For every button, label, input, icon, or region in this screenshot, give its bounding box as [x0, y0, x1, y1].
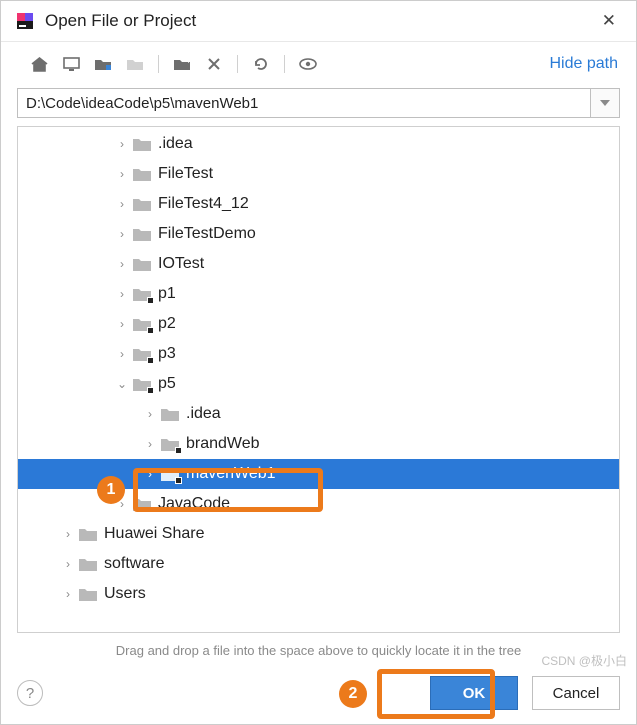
chevron-right-icon[interactable]: ›: [114, 257, 130, 271]
folder-icon: [78, 526, 98, 542]
toolbar: + Hide path: [1, 42, 636, 82]
module-icon[interactable]: [121, 52, 149, 76]
tree-item-label: JavaCode: [158, 495, 230, 513]
tree-row[interactable]: › JavaCode: [18, 489, 619, 519]
tree-row[interactable]: › IOTest: [18, 249, 619, 279]
tree-row[interactable]: › software: [18, 549, 619, 579]
chevron-right-icon[interactable]: ›: [60, 527, 76, 541]
home-icon[interactable]: [25, 52, 53, 76]
folder-icon: [78, 586, 98, 602]
folder-icon: [132, 136, 152, 152]
folder-icon: [160, 466, 180, 482]
tree-item-label: brandWeb: [186, 435, 260, 453]
titlebar: Open File or Project ✕: [1, 1, 636, 42]
chevron-right-icon[interactable]: ›: [114, 347, 130, 361]
path-input[interactable]: [17, 88, 590, 118]
tree-row[interactable]: › FileTest: [18, 159, 619, 189]
hide-path-link[interactable]: Hide path: [550, 55, 619, 73]
file-tree: › .idea › FileTest › FileTest4_12 › FileTestDem…: [17, 126, 620, 633]
tree-item-label: Huawei Share: [104, 525, 205, 543]
chevron-right-icon[interactable]: ›: [114, 197, 130, 211]
folder-icon: [78, 556, 98, 572]
chevron-right-icon[interactable]: ›: [142, 407, 158, 421]
chevron-right-icon[interactable]: ›: [114, 167, 130, 181]
tree-item-label: IOTest: [158, 255, 204, 273]
folder-icon: [132, 376, 152, 392]
tree-item-label: p5: [158, 375, 176, 393]
separator: [158, 55, 159, 73]
tree-item-label: software: [104, 555, 164, 573]
tree-item-label: FileTestDemo: [158, 225, 256, 243]
tree-row[interactable]: ⌄ p5: [18, 369, 619, 399]
chevron-right-icon[interactable]: ›: [142, 437, 158, 451]
drop-hint: Drag and drop a file into the space abov…: [1, 639, 636, 668]
tree-row[interactable]: › p1: [18, 279, 619, 309]
tree-row[interactable]: › FileTestDemo: [18, 219, 619, 249]
tree-item-label: .idea: [158, 135, 193, 153]
desktop-icon[interactable]: [57, 52, 85, 76]
folder-icon: [132, 346, 152, 362]
button-bar: ? OK Cancel: [1, 668, 636, 724]
tree-row[interactable]: › mavenWeb1: [18, 459, 619, 489]
refresh-icon[interactable]: [247, 52, 275, 76]
folder-icon: [132, 316, 152, 332]
help-button[interactable]: ?: [17, 680, 43, 706]
new-folder-icon[interactable]: +: [168, 52, 196, 76]
open-file-dialog: Open File or Project ✕ + Hide path › .ide…: [0, 0, 637, 725]
close-button[interactable]: ✕: [596, 9, 622, 33]
tree-item-label: Users: [104, 585, 146, 603]
tree-row[interactable]: › Users: [18, 579, 619, 609]
folder-icon: [132, 286, 152, 302]
folder-icon: [160, 406, 180, 422]
chevron-right-icon[interactable]: ›: [114, 227, 130, 241]
chevron-right-icon[interactable]: ›: [142, 467, 158, 481]
folder-icon: [132, 166, 152, 182]
tree-item-label: FileTest: [158, 165, 213, 183]
tree-item-label: mavenWeb1: [186, 465, 276, 483]
separator: [237, 55, 238, 73]
folder-icon: [132, 256, 152, 272]
chevron-right-icon[interactable]: ›: [60, 587, 76, 601]
folder-icon: [160, 436, 180, 452]
tree-item-label: p3: [158, 345, 176, 363]
chevron-right-icon[interactable]: ›: [114, 287, 130, 301]
tree-item-label: .idea: [186, 405, 221, 423]
delete-icon[interactable]: [200, 52, 228, 76]
tree-item-label: p2: [158, 315, 176, 333]
folder-icon: [132, 226, 152, 242]
tree-item-label: FileTest4_12: [158, 195, 249, 213]
intellij-icon: [15, 11, 35, 31]
path-dropdown-button[interactable]: [590, 88, 620, 118]
cancel-button[interactable]: Cancel: [532, 676, 620, 710]
tree-row[interactable]: › p2: [18, 309, 619, 339]
separator: [284, 55, 285, 73]
tree-row[interactable]: › Huawei Share: [18, 519, 619, 549]
path-row: [1, 82, 636, 126]
chevron-right-icon[interactable]: ›: [60, 557, 76, 571]
tree-row[interactable]: › p3: [18, 339, 619, 369]
tree-row[interactable]: › .idea: [18, 129, 619, 159]
chevron-right-icon[interactable]: ›: [114, 497, 130, 511]
tree-scroll[interactable]: › .idea › FileTest › FileTest4_12 › FileTestDem…: [18, 127, 619, 632]
tree-item-label: p1: [158, 285, 176, 303]
tree-row[interactable]: › .idea: [18, 399, 619, 429]
tree-row[interactable]: › FileTest4_12: [18, 189, 619, 219]
ok-button[interactable]: OK: [430, 676, 518, 710]
chevron-right-icon[interactable]: ›: [114, 317, 130, 331]
svg-text:+: +: [186, 57, 191, 66]
folder-icon: [132, 196, 152, 212]
folder-icon: [132, 496, 152, 512]
show-hidden-icon[interactable]: [294, 52, 322, 76]
tree-row[interactable]: › brandWeb: [18, 429, 619, 459]
project-icon[interactable]: [89, 52, 117, 76]
dialog-title: Open File or Project: [45, 11, 586, 31]
chevron-down-icon[interactable]: ⌄: [114, 377, 130, 391]
chevron-right-icon[interactable]: ›: [114, 137, 130, 151]
